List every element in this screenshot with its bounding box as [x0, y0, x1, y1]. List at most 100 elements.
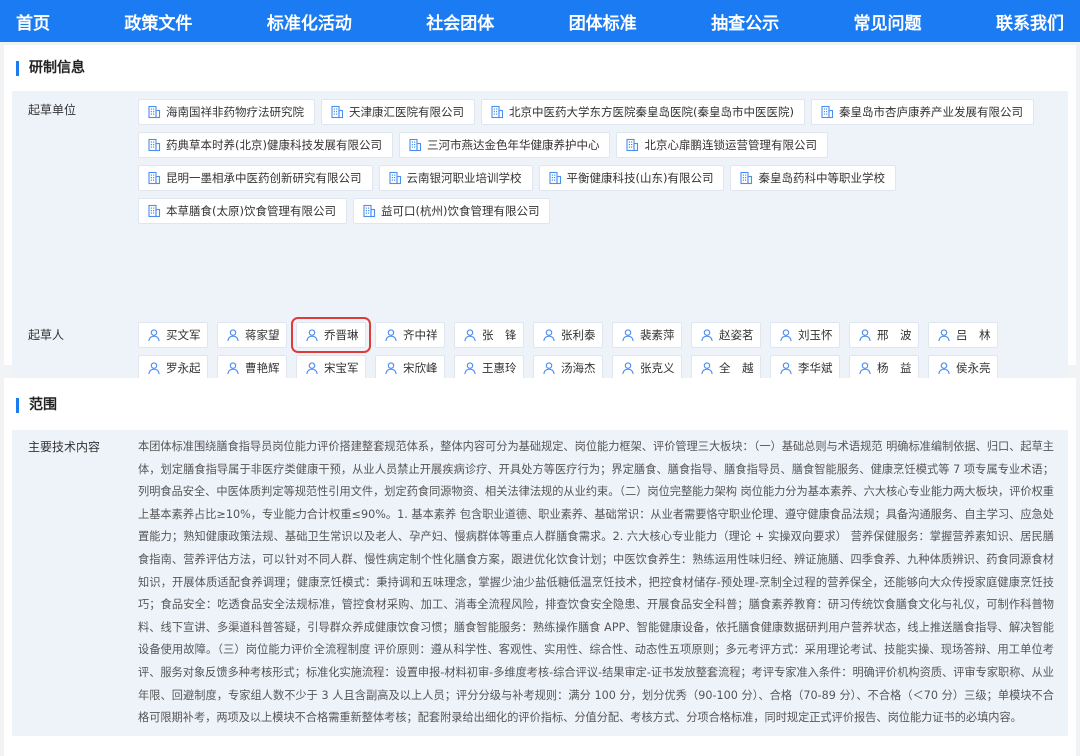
org-tag-label: 海南国祥非药物疗法研究院 — [166, 105, 304, 119]
org-tag[interactable]: 本草膳食(太原)饮食管理有限公司 — [138, 198, 347, 224]
person-icon — [621, 328, 635, 342]
nav-item[interactable]: 社会团体 — [426, 9, 494, 34]
person-icon — [226, 361, 240, 375]
org-tag[interactable]: 秦皇岛药科中等职业学校 — [730, 165, 896, 191]
scope-panel: 主要技术内容 本团体标准围绕膳食指导员岗位能力评价搭建整套规范体系，整体内容可分… — [12, 430, 1068, 736]
org-tag-label: 三河市燕达金色年华健康养护中心 — [426, 138, 600, 152]
drafter-tag-label: 齐中祥 — [403, 328, 438, 342]
drafter-tag-label: 裴素萍 — [640, 328, 675, 342]
drafter-tag-label: 罗永起 — [166, 361, 201, 375]
drafter-tag-label: 蒋家望 — [245, 328, 280, 342]
person-icon — [700, 361, 714, 375]
drafter-tag-label: 杨 益 — [877, 361, 912, 375]
drafter-tag[interactable]: 齐中祥 — [375, 322, 445, 348]
drafter-tag-label: 吕 林 — [956, 328, 991, 342]
drafter-tag-label: 乔晋琳 — [324, 328, 359, 342]
person-icon — [463, 328, 477, 342]
org-tag[interactable]: 秦皇岛市杏庐康养产业发展有限公司 — [810, 99, 1034, 125]
drafter-tag[interactable]: 邢 波 — [849, 322, 919, 348]
person-icon — [937, 328, 951, 342]
org-tag-label: 药典草本时养(北京)健康科技发展有限公司 — [166, 138, 382, 152]
org-tag[interactable]: 北京心扉鹏连锁运营管理有限公司 — [616, 132, 828, 158]
drafter-tag[interactable]: 张 锋 — [454, 322, 524, 348]
drafter-tag-label: 全 越 — [719, 361, 754, 375]
nav-item[interactable]: 团体标准 — [569, 9, 637, 34]
drafter-tag[interactable]: 刘玉怀 — [770, 322, 840, 348]
building-icon — [330, 105, 344, 119]
building-icon — [147, 204, 161, 218]
org-tag-label: 秦皇岛药科中等职业学校 — [758, 171, 885, 185]
drafter-tag-label: 张克义 — [640, 361, 675, 375]
main-tech-content-label: 主要技术内容 — [28, 440, 101, 454]
drafter-tag-label: 宋欣峰 — [403, 361, 438, 375]
drafter-tag-label: 张 锋 — [482, 328, 517, 342]
person-icon — [542, 361, 556, 375]
person-icon — [463, 361, 477, 375]
org-tag[interactable]: 平衡健康科技(山东)有限公司 — [538, 165, 725, 191]
org-tag-label: 本草膳食(太原)饮食管理有限公司 — [166, 204, 336, 218]
drafter-tag-label: 曹艳辉 — [245, 361, 280, 375]
building-icon — [820, 105, 834, 119]
person-icon — [147, 328, 161, 342]
person-icon — [621, 361, 635, 375]
org-tag-label: 天津康汇医院有限公司 — [349, 105, 464, 119]
drafter-tag[interactable]: 张利泰 — [533, 322, 603, 348]
drafter-tag[interactable]: 买文军 — [138, 322, 208, 348]
person-icon — [147, 361, 161, 375]
drafter-tag-label: 赵姿茗 — [719, 328, 754, 342]
drafter-tag-label: 邢 波 — [877, 328, 912, 342]
org-tag[interactable]: 益可口(杭州)饮食管理有限公司 — [352, 198, 551, 224]
building-icon — [490, 105, 504, 119]
scope-card: 范围 主要技术内容 本团体标准围绕膳食指导员岗位能力评价搭建整套规范体系，整体内… — [4, 378, 1076, 756]
org-tag-label: 北京心扉鹏连锁运营管理有限公司 — [644, 138, 817, 152]
nav-item[interactable]: 政策文件 — [124, 9, 192, 34]
nav-item[interactable]: 标准化活动 — [267, 9, 352, 34]
person-icon — [305, 361, 319, 375]
org-tag[interactable]: 药典草本时养(北京)健康科技发展有限公司 — [138, 132, 393, 158]
org-tag-label: 北京中医药大学东方医院秦皇岛医院(秦皇岛市中医医院) — [509, 105, 794, 119]
building-icon — [147, 171, 161, 185]
building-icon — [388, 171, 402, 185]
drafters-label: 起草人 — [28, 328, 65, 342]
drafter-tag-selected[interactable]: 乔晋琳 — [291, 317, 371, 353]
drafter-tag-label: 宋宝军 — [324, 361, 359, 375]
drafter-tag-label: 汤海杰 — [561, 361, 596, 375]
person-icon — [384, 328, 398, 342]
nav-item[interactable]: 抽查公示 — [711, 9, 779, 34]
person-icon — [542, 328, 556, 342]
development-info-card: 研制信息 起草单位 海南国祥非药物疗法研究院 天津康汇医院有限公司 北京中医药大学东… — [4, 45, 1076, 438]
nav-item[interactable]: 联系我们 — [996, 9, 1064, 34]
drafter-tag[interactable]: 吕 林 — [928, 322, 998, 348]
person-icon — [700, 328, 714, 342]
drafter-tag[interactable]: 蒋家望 — [217, 322, 287, 348]
nav-item[interactable]: 首页 — [16, 9, 50, 34]
org-tag[interactable]: 北京中医药大学东方医院秦皇岛医院(秦皇岛市中医医院) — [481, 99, 805, 125]
drafter-tag-label: 李华斌 — [798, 361, 833, 375]
building-icon — [147, 138, 161, 152]
drafter-tag-label: 张利泰 — [561, 328, 596, 342]
building-icon — [739, 171, 753, 185]
org-tag-label: 昆明一墨相承中医药创新研究有限公司 — [166, 171, 362, 185]
org-tag-label: 秦皇岛市杏庐康养产业发展有限公司 — [838, 105, 1023, 119]
main-tech-content-text: 本团体标准围绕膳食指导员岗位能力评价搭建整套规范体系，整体内容可分为基础规定、岗… — [138, 440, 1054, 725]
org-tag[interactable]: 天津康汇医院有限公司 — [321, 99, 475, 125]
org-tag-label: 平衡健康科技(山东)有限公司 — [566, 171, 714, 185]
building-icon — [408, 138, 422, 152]
org-tag[interactable]: 昆明一墨相承中医药创新研究有限公司 — [138, 165, 373, 191]
drafting-orgs-list: 海南国祥非药物疗法研究院 天津康汇医院有限公司 北京中医药大学东方医院秦皇岛医院(秦… — [138, 99, 1056, 231]
person-icon — [779, 328, 793, 342]
drafter-tag[interactable]: 赵姿茗 — [691, 322, 761, 348]
org-tag[interactable]: 云南银河职业培训学校 — [378, 165, 533, 191]
person-icon — [779, 361, 793, 375]
building-icon — [625, 138, 639, 152]
building-icon — [147, 105, 161, 119]
section-title-scope: 范围 — [16, 398, 1076, 413]
person-icon — [858, 361, 872, 375]
org-tag[interactable]: 海南国祥非药物疗法研究院 — [138, 99, 315, 125]
person-icon — [384, 361, 398, 375]
nav-item[interactable]: 常见问题 — [854, 9, 922, 34]
building-icon — [548, 171, 562, 185]
drafter-tag[interactable]: 裴素萍 — [612, 322, 682, 348]
person-icon — [858, 328, 872, 342]
org-tag[interactable]: 三河市燕达金色年华健康养护中心 — [398, 132, 611, 158]
